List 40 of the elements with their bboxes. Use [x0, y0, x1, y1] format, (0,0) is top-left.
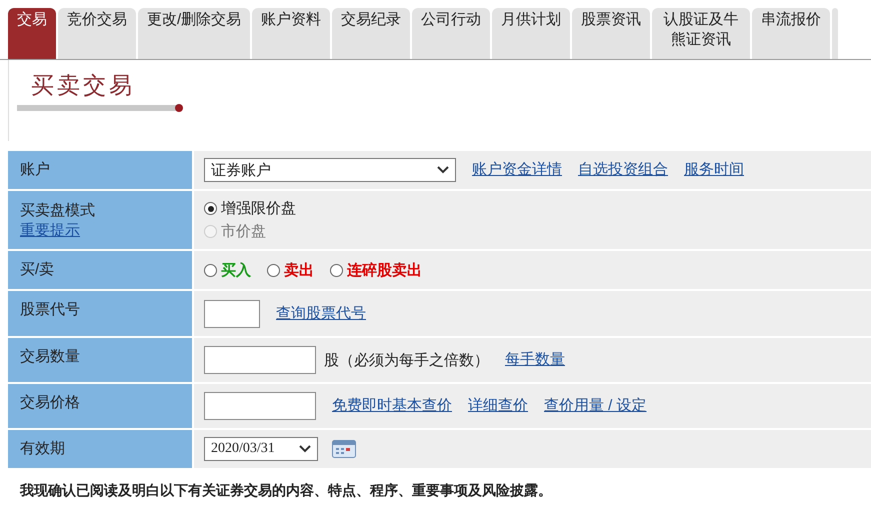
radio-option[interactable]: 连碎股卖出 [330, 260, 422, 280]
page-title: 买卖交易 [30, 72, 136, 100]
field-label: 账户 [20, 160, 51, 180]
hint-link[interactable]: 重要提示 [20, 221, 186, 241]
field-label: 交易数量 [20, 347, 81, 367]
nav-tab[interactable]: 交易 [8, 8, 56, 59]
nav-tab[interactable]: 认股证及牛熊证资讯 [652, 8, 750, 59]
nav-tab[interactable]: 月供计划 [492, 8, 570, 59]
action-link[interactable]: 免费即时基本查价 [332, 396, 452, 416]
unit-note: 股（必须为每手之倍数） [324, 350, 489, 370]
input-field[interactable] [204, 392, 316, 420]
action-link[interactable]: 查价用量 / 设定 [544, 396, 647, 416]
radio-option[interactable]: 增强限价盘 [204, 199, 296, 218]
chevron-icon[interactable] [299, 445, 311, 453]
date-select[interactable]: 2020/03/31 [204, 437, 318, 461]
nav-tab[interactable]: 竞价交易 [58, 8, 136, 59]
radio-option[interactable]: 卖出 [267, 260, 314, 280]
nav-tab[interactable]: 公司行动 [412, 8, 490, 59]
field-label: 买/卖 [20, 260, 56, 280]
field-label: 有效期 [20, 439, 66, 459]
action-link[interactable]: 每手数量 [505, 350, 565, 370]
action-link[interactable]: 服务时间 [684, 160, 744, 180]
nav-tab[interactable]: 串流报价 [752, 8, 830, 59]
nav-tab[interactable]: 账户资料 [252, 8, 330, 59]
account-select[interactable]: 证券账户 [204, 158, 456, 182]
field-label: 股票代号 [20, 300, 81, 320]
field-label: 买卖盘模式 [20, 201, 96, 221]
input-field[interactable] [204, 300, 260, 328]
input-field[interactable] [204, 346, 316, 374]
action-link[interactable]: 查询股票代号 [276, 304, 366, 324]
nav-tab[interactable]: 交易纪录 [332, 8, 410, 59]
field-label: 交易价格 [20, 393, 81, 413]
calendar-icon[interactable] [332, 440, 356, 458]
action-link[interactable]: 账户资金详情 [472, 160, 562, 180]
declaration-text: 我现确认已阅读及明白以下有关证券交易的内容、特点、程序、重要事项及风险披露。 [18, 481, 553, 500]
nav-tab[interactable]: 更改/删除交易 [138, 8, 250, 59]
nav-tab[interactable]: 股票资讯 [572, 8, 650, 59]
chevron-icon[interactable] [437, 166, 449, 174]
action-link[interactable]: 自选投资组合 [578, 160, 668, 180]
action-link[interactable]: 详细查价 [468, 396, 528, 416]
